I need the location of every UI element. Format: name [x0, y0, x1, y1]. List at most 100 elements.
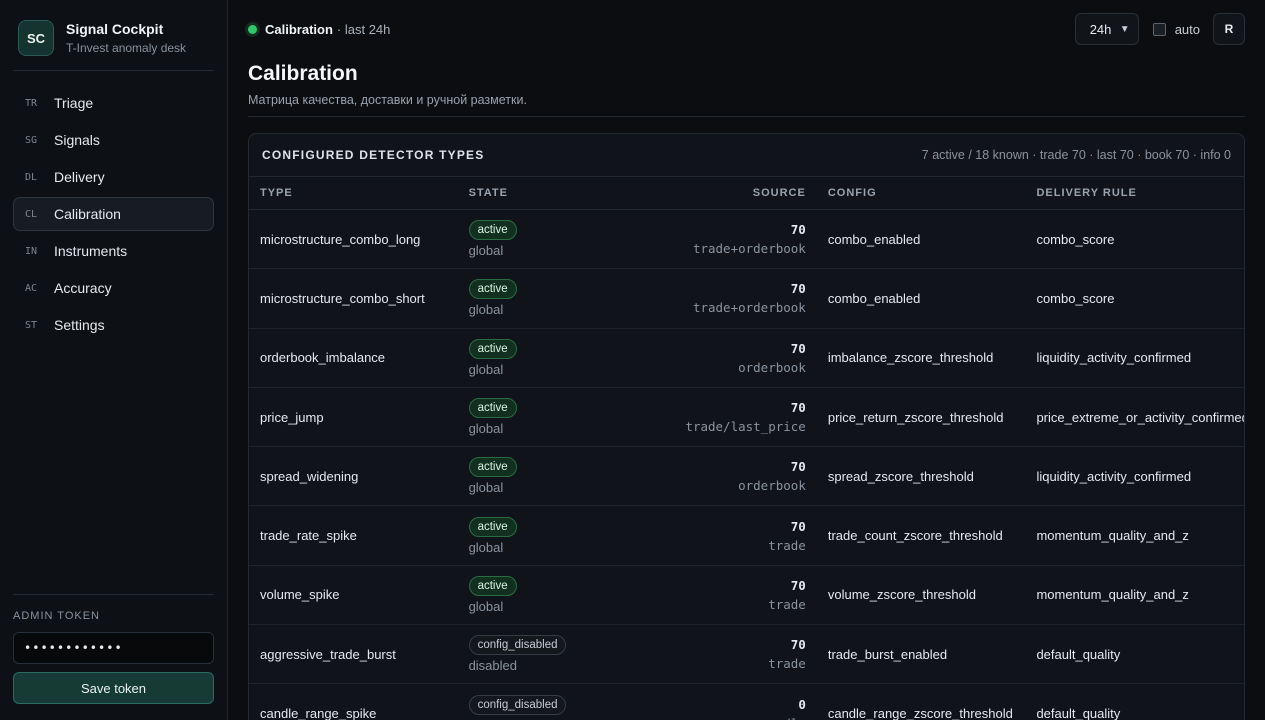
- state-scope: global: [468, 302, 504, 318]
- config-cell: trade_count_zscore_threshold: [827, 528, 1003, 544]
- source-count: 70: [790, 281, 806, 297]
- sidebar-item-label: Accuracy: [54, 280, 112, 296]
- sidebar-nav: TR Triage SG Signals DL Delivery CL Calibration…: [13, 86, 214, 345]
- sidebar-item-instruments[interactable]: IN Instruments: [13, 234, 214, 268]
- source-cell: 70 trade+orderbook: [628, 281, 816, 315]
- source-count: 70: [790, 518, 806, 534]
- sidebar-item-label: Signals: [54, 132, 100, 148]
- table-row[interactable]: microstructure_combo_long active global 70 t…: [249, 210, 1244, 270]
- source-count: 70: [790, 222, 806, 238]
- state-scope: global: [468, 539, 504, 555]
- sidebar: SC Signal Cockpit T-Invest anomaly desk …: [0, 0, 228, 720]
- column-header-delivery-rule: DELIVERY RULE: [1036, 187, 1137, 199]
- status-badge: config_disabled: [468, 635, 567, 656]
- sidebar-item-abbr: IN: [25, 245, 38, 257]
- admin-token-input[interactable]: [13, 632, 214, 664]
- detector-type: candle_range_spike: [260, 706, 377, 720]
- sidebar-item-accuracy[interactable]: AC Accuracy: [13, 271, 214, 305]
- detector-type: trade_rate_spike: [260, 528, 357, 544]
- config-cell: candle_range_zscore_threshold: [827, 706, 1013, 720]
- status-badge: active: [468, 279, 517, 300]
- table-row[interactable]: volume_spike active global 70 trade volume_zs…: [249, 566, 1244, 626]
- sidebar-item-abbr: AC: [25, 282, 38, 294]
- brand: SC Signal Cockpit T-Invest anomaly desk: [18, 20, 186, 56]
- status-badge: active: [468, 516, 517, 537]
- source-count: 70: [790, 577, 806, 593]
- card-header: CONFIGURED DETECTOR TYPES 7 active / 18 …: [249, 134, 1244, 177]
- sidebar-item-abbr: CL: [25, 208, 38, 220]
- table-row[interactable]: spread_widening active global 70 orderbook sp…: [249, 447, 1244, 507]
- sidebar-item-label: Settings: [54, 317, 105, 333]
- state-cell: active global: [468, 338, 629, 377]
- save-token-button[interactable]: Save token: [13, 672, 214, 704]
- delivery-rule-cell: momentum_quality_and_z: [1036, 587, 1189, 603]
- state-scope: disabled: [468, 658, 517, 674]
- delivery-rule-cell: combo_score: [1036, 290, 1115, 306]
- card-meta: 7 active / 18 known · trade 70 · last 70…: [921, 148, 1231, 162]
- detector-type: spread_widening: [260, 468, 359, 484]
- table-row[interactable]: aggressive_trade_burst config_disabled dis…: [249, 625, 1244, 685]
- source-kind: trade: [768, 656, 806, 672]
- sidebar-item-abbr: DL: [25, 171, 38, 183]
- source-count: 70: [790, 340, 806, 356]
- column-header-state: STATE: [468, 187, 508, 199]
- source-kind: orderbook: [738, 478, 806, 494]
- delivery-rule-cell: liquidity_activity_confirmed: [1036, 468, 1192, 484]
- refresh-button[interactable]: R: [1213, 13, 1245, 45]
- source-cell: 70 trade: [628, 519, 816, 553]
- source-count: 70: [790, 400, 806, 416]
- source-count: 0: [798, 696, 806, 712]
- sidebar-item-signals[interactable]: SG Signals: [13, 123, 214, 157]
- sidebar-divider: [13, 594, 214, 595]
- header-divider: [248, 116, 1245, 117]
- config-cell: volume_zscore_threshold: [827, 587, 976, 603]
- state-scope: global: [468, 421, 504, 437]
- chevron-down-icon: ▼: [1119, 23, 1130, 35]
- column-header-type: TYPE: [260, 187, 293, 199]
- source-kind: orderbook: [738, 359, 806, 375]
- state-cell: config_disableddisabled: [468, 694, 629, 720]
- detector-types-card: CONFIGURED DETECTOR TYPES 7 active / 18 …: [248, 133, 1245, 720]
- sidebar-item-calibration[interactable]: CL Calibration: [13, 197, 214, 231]
- detector-type: microstructure_combo_long: [260, 231, 421, 247]
- table-body: microstructure_combo_long active global 70 t…: [249, 210, 1244, 720]
- table-header: TYPE STATE SOURCE CONFIG DELIVERY RULE: [249, 177, 1244, 210]
- sidebar-item-delivery[interactable]: DL Delivery: [13, 160, 214, 194]
- sidebar-item-triage[interactable]: TR Triage: [13, 86, 214, 120]
- source-count: 70: [790, 459, 806, 475]
- status-badge: active: [468, 457, 517, 478]
- table-row[interactable]: price_jump active global 70 trade/last_price…: [249, 388, 1244, 448]
- brand-subtitle: T-Invest anomaly desk: [66, 41, 187, 55]
- table-row[interactable]: trade_rate_spike active global 70 trade trade…: [249, 506, 1244, 566]
- delivery-rule-cell: liquidity_activity_confirmed: [1036, 350, 1192, 366]
- source-cell: 70 trade+orderbook: [628, 222, 816, 256]
- table-row[interactable]: orderbook_imbalance active global 70 orderbo…: [249, 329, 1244, 388]
- status-badge: config_disabled: [468, 694, 567, 715]
- detector-type: microstructure_combo_short: [260, 290, 425, 306]
- source-cell: 70 trade: [628, 578, 816, 612]
- detector-type: orderbook_imbalance: [260, 350, 386, 366]
- auto-checkbox[interactable]: [1152, 22, 1166, 36]
- state-scope: global: [468, 598, 504, 614]
- range-select-value: 24h: [1089, 21, 1112, 37]
- status-badge: active: [468, 220, 517, 241]
- sidebar-item-label: Calibration: [54, 206, 121, 222]
- source-cell: 70 orderbook: [628, 341, 816, 375]
- state-cell: active global: [468, 279, 629, 318]
- table-row[interactable]: microstructure_combo_short active global 70…: [249, 269, 1244, 329]
- page-title: Calibration: [248, 62, 358, 85]
- auto-refresh-toggle[interactable]: auto: [1152, 22, 1200, 37]
- sidebar-divider: [13, 70, 214, 71]
- delivery-rule-cell: momentum_quality_and_z: [1036, 528, 1189, 544]
- source-cell: 70 orderbook: [628, 459, 816, 493]
- sidebar-item-settings[interactable]: ST Settings: [13, 308, 214, 342]
- sidebar-item-label: Delivery: [54, 169, 105, 185]
- source-kind: trade: [768, 596, 806, 612]
- source-kind: trade: [768, 537, 806, 553]
- state-scope: global: [468, 243, 504, 259]
- range-select[interactable]: 24h ▼: [1074, 13, 1139, 45]
- config-cell: combo_enabled: [827, 231, 921, 247]
- main-content: Calibration · last 24h 24h ▼ auto R Cali…: [228, 0, 1265, 720]
- table-row[interactable]: candle_range_spike config_disableddisable…: [249, 684, 1244, 720]
- status-badge: active: [468, 575, 517, 596]
